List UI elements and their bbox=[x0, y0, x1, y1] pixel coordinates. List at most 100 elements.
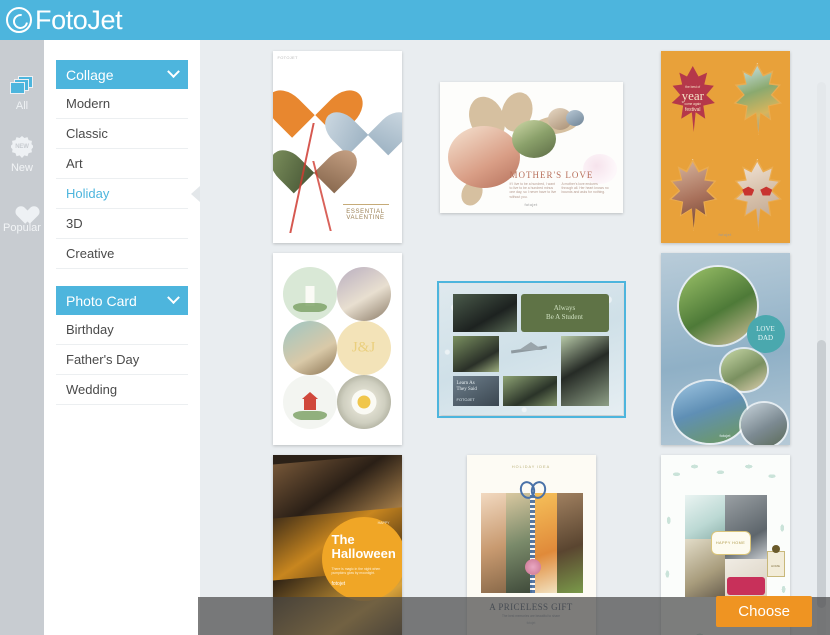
choose-button[interactable]: Choose bbox=[716, 596, 812, 627]
template-thumb-pastel-circles[interactable]: J&J bbox=[272, 253, 402, 445]
category-group-header-collage[interactable]: Collage bbox=[56, 60, 188, 89]
monogram-text: J&J bbox=[351, 339, 376, 356]
brand-name: FotoJet bbox=[35, 4, 123, 35]
photo-slot bbox=[502, 375, 557, 406]
big-word: year bbox=[681, 88, 704, 103]
template-brand-tag: fotojet bbox=[331, 581, 346, 587]
template-grid: FOTOJET ESSENTIAL VALENTINE MOTHER'S LOV… bbox=[200, 40, 830, 635]
sidebar-item-birthday[interactable]: Birthday bbox=[56, 315, 188, 345]
photo-slot bbox=[511, 119, 556, 158]
title-line-1: The bbox=[331, 532, 355, 547]
quadrant-3 bbox=[661, 147, 726, 243]
body-column-right: A mother's love endures through all. Her… bbox=[561, 181, 609, 195]
scrollbar-thumb[interactable] bbox=[817, 340, 826, 608]
sub-line: There is magic in the night when pumpkin… bbox=[331, 567, 381, 576]
sidebar-item-creative[interactable]: Creative bbox=[56, 239, 188, 269]
template-thumb-love-dad[interactable]: LOVE DAD fotojet bbox=[660, 253, 790, 445]
sidebar-item-fathers-day[interactable]: Father's Day bbox=[56, 345, 188, 375]
badge-line-2: DAD bbox=[757, 334, 774, 342]
sidebar-item-modern[interactable]: Modern bbox=[56, 89, 188, 119]
chevron-down-icon bbox=[167, 65, 180, 79]
rail-item-popular-label: Popular bbox=[3, 222, 41, 234]
template-body: If I live to be a hundred, I want to liv… bbox=[510, 182, 615, 200]
quadrant-4 bbox=[725, 147, 790, 243]
photo-slot-circle bbox=[336, 267, 391, 321]
template-brand-tag: fotojet bbox=[718, 232, 732, 237]
template-cell: Learn As They Said FOTOJET Always Be A S… bbox=[434, 248, 628, 450]
headline-text: Always Be A Student bbox=[546, 304, 583, 322]
sidebar-item-3d[interactable]: 3D bbox=[56, 209, 188, 239]
sidebar-item-classic[interactable]: Classic bbox=[56, 119, 188, 149]
daisy-icon bbox=[357, 395, 370, 409]
quadrant-2 bbox=[725, 51, 790, 147]
caption-line-2: They Said bbox=[456, 386, 477, 392]
photo-slot-circle bbox=[678, 267, 757, 345]
template-thumb-always-a-student[interactable]: Learn As They Said FOTOJET Always Be A S… bbox=[436, 280, 626, 418]
app-header: FotoJet bbox=[0, 0, 830, 40]
left-icon-rail: All NEW New Popular bbox=[0, 40, 44, 635]
heart-icon bbox=[11, 198, 33, 218]
photo-slot-circle bbox=[282, 267, 337, 321]
rail-item-new[interactable]: NEW New bbox=[0, 136, 44, 174]
template-thumb-autumn-leaves[interactable]: the best of year come again festival fot… bbox=[660, 51, 790, 243]
template-cell: FOTOJET ESSENTIAL VALENTINE bbox=[240, 46, 434, 248]
leaf-photo-slot bbox=[736, 66, 780, 132]
photo-slot bbox=[480, 493, 506, 593]
love-dad-badge: LOVE DAD bbox=[746, 315, 785, 353]
sidebar-item-holiday[interactable]: Holiday bbox=[56, 179, 200, 209]
photo-slot-circle bbox=[336, 375, 391, 429]
halloween-title-circle: The Halloween There is magic in the nigh… bbox=[321, 517, 402, 601]
rail-item-popular[interactable]: Popular bbox=[0, 198, 44, 234]
happy-home-badge: HAPPY HOME bbox=[710, 531, 751, 555]
graduation-cap-sketch-icon bbox=[503, 336, 557, 372]
template-thumb-mothers-love[interactable]: MOTHER'S LOVE If I live to be a hundred,… bbox=[439, 81, 623, 213]
sprig-icon bbox=[292, 303, 327, 312]
rail-item-all[interactable]: All bbox=[0, 76, 44, 112]
vertical-scrollbar[interactable] bbox=[817, 82, 826, 635]
category-group-title-collage: Collage bbox=[66, 66, 114, 83]
house-icon bbox=[301, 392, 318, 411]
spiral-logo-icon bbox=[6, 7, 32, 33]
corner-tag: HAPPY bbox=[377, 521, 390, 525]
title-line-2: Halloween bbox=[331, 546, 396, 561]
template-title-block: the best of year come again festival bbox=[670, 85, 716, 113]
ribbon-vertical-icon bbox=[529, 493, 535, 593]
template-cell: MOTHER'S LOVE If I live to be a hundred,… bbox=[434, 46, 628, 248]
photo-slot-circle bbox=[740, 403, 787, 445]
heart-photo-pair bbox=[285, 131, 343, 183]
body-column-left: If I live to be a hundred, I want to liv… bbox=[509, 181, 557, 199]
template-thumb-valentine[interactable]: FOTOJET ESSENTIAL VALENTINE bbox=[272, 51, 402, 243]
photo-slot bbox=[452, 293, 517, 332]
star-glasses-icon bbox=[742, 187, 772, 196]
template-cell: J&J bbox=[240, 248, 434, 450]
template-brand-tag: FOTOJET bbox=[277, 55, 298, 60]
photo-slot bbox=[565, 109, 584, 126]
headline-line-1: Always bbox=[553, 303, 576, 312]
photo-slot-circle bbox=[282, 375, 337, 429]
photo-slot bbox=[531, 493, 557, 593]
photo-slot bbox=[557, 493, 583, 593]
headline-line-2: Be A Student bbox=[546, 312, 583, 321]
template-cell: the best of year come again festival fot… bbox=[628, 46, 822, 248]
rail-item-all-label: All bbox=[15, 100, 29, 112]
title-text: The Halloween bbox=[332, 533, 396, 561]
brand-logo[interactable]: FotoJet bbox=[0, 4, 123, 35]
template-title: MOTHER'S LOVE bbox=[509, 169, 594, 180]
sidebar-item-wedding[interactable]: Wedding bbox=[56, 375, 188, 405]
template-brand-tag: fotojet bbox=[719, 433, 731, 438]
category-group-header-photo-card[interactable]: Photo Card bbox=[56, 286, 188, 315]
caption-panel: Learn As They Said FOTOJET bbox=[452, 375, 499, 406]
template-caption: ESSENTIAL VALENTINE bbox=[336, 204, 396, 221]
heart-photo-couple bbox=[339, 93, 397, 145]
sprig-icon bbox=[292, 411, 327, 420]
template-brand-tag: FOTOJET bbox=[456, 396, 475, 402]
photo-slot-circle bbox=[282, 321, 337, 375]
sidebar-item-art[interactable]: Art bbox=[56, 149, 188, 179]
quadrant-1: the best of year come again festival bbox=[661, 51, 726, 147]
photo-slot bbox=[560, 335, 609, 406]
tail-line: festival bbox=[684, 107, 701, 114]
ornament-divider bbox=[342, 204, 389, 205]
rose-icon bbox=[524, 559, 541, 575]
badge-line-1: LOVE bbox=[756, 325, 775, 333]
template-cell: LOVE DAD fotojet bbox=[628, 248, 822, 450]
